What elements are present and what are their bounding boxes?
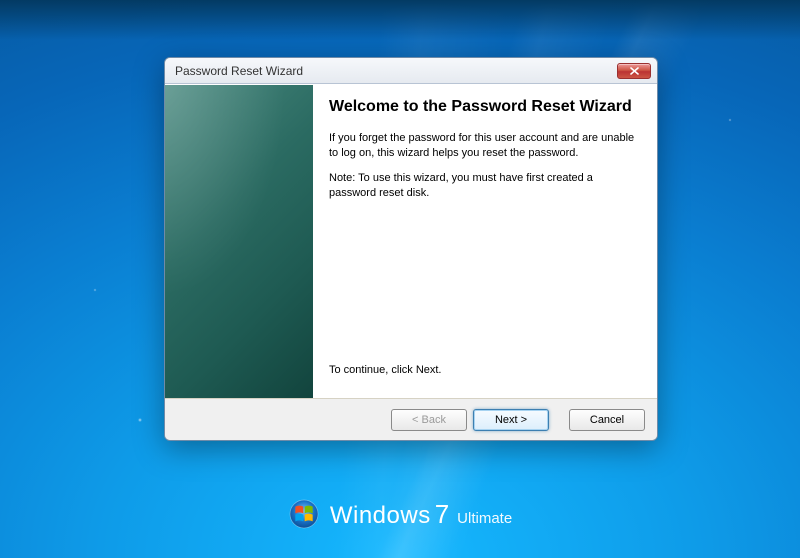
wizard-paragraph-2: Note: To use this wizard, you must have … <box>329 171 639 201</box>
cancel-button[interactable]: Cancel <box>569 409 645 431</box>
window-title: Password Reset Wizard <box>175 64 617 78</box>
os-branding: Windows 7 Ultimate <box>0 498 800 530</box>
wizard-button-bar: < Back Next > Cancel <box>165 398 657 440</box>
close-icon <box>630 67 639 75</box>
back-button[interactable]: < Back <box>391 409 467 431</box>
content-spacer <box>329 210 639 363</box>
brand-text: Windows 7 Ultimate <box>330 499 512 530</box>
wizard-paragraph-1: If you forget the password for this user… <box>329 131 639 161</box>
wizard-continue-text: To continue, click Next. <box>329 363 639 378</box>
close-button[interactable] <box>617 63 651 79</box>
windows-flag-icon <box>288 498 320 530</box>
brand-version-number: 7 <box>435 499 449 530</box>
brand-windows-word: Windows <box>330 502 431 530</box>
wizard-content: Welcome to the Password Reset Wizard If … <box>313 85 657 398</box>
brand-edition: Ultimate <box>457 510 512 527</box>
wizard-heading: Welcome to the Password Reset Wizard <box>329 97 639 117</box>
titlebar: Password Reset Wizard <box>165 58 657 84</box>
desktop-top-vignette <box>0 0 800 40</box>
wizard-side-graphic <box>165 85 313 398</box>
next-button[interactable]: Next > <box>473 409 549 431</box>
wizard-window: Password Reset Wizard Welcome to the Pas… <box>164 57 658 441</box>
wizard-body: Welcome to the Password Reset Wizard If … <box>165 84 657 398</box>
